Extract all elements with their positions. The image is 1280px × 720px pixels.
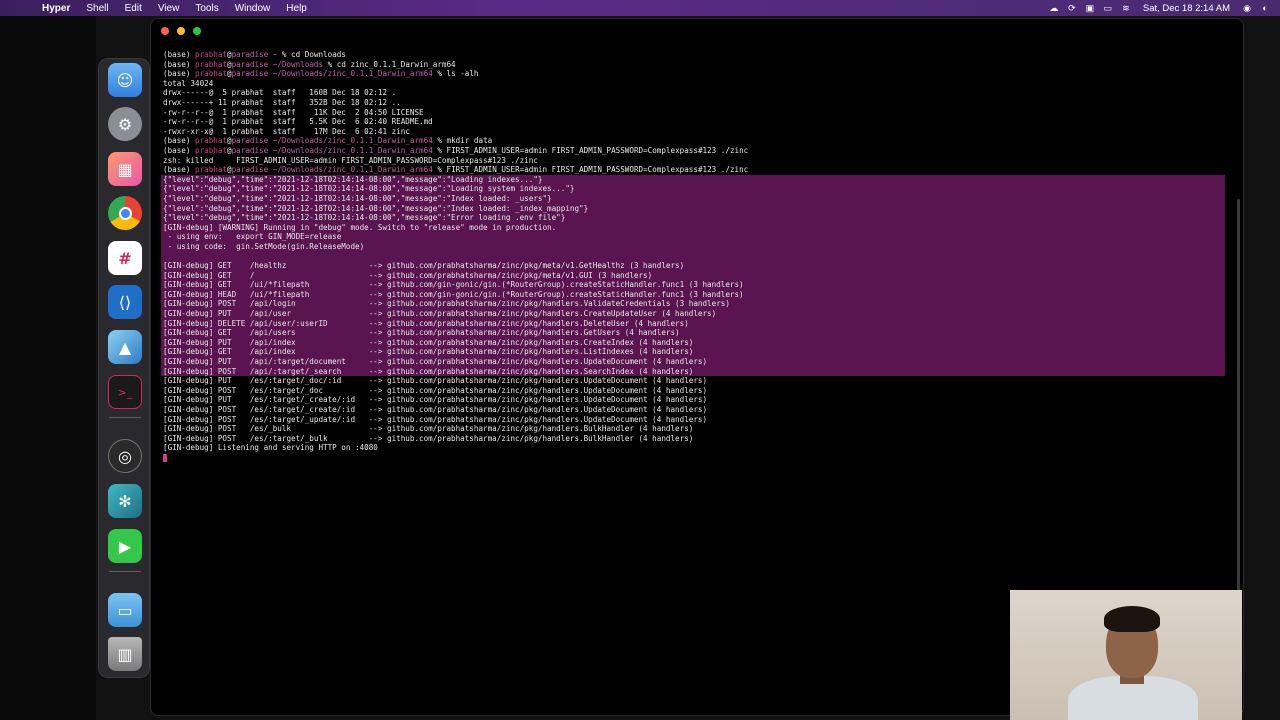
terminal-line: -rw-r--r--@ 1 prabhat staff 11K Dec 2 04… (163, 107, 424, 117)
menu-view[interactable]: View (150, 3, 188, 14)
terminal-line: [GIN-debug] GET /ui/*filepath --> github… (161, 280, 1225, 290)
terminal-line: [GIN-debug] POST /es/:target/_update/:id… (163, 414, 708, 424)
terminal-prompt-line[interactable] (163, 453, 1229, 463)
webcam-overlay (1010, 590, 1242, 720)
preview-icon[interactable]: ▲ (108, 330, 142, 364)
menu-help[interactable]: Help (278, 3, 315, 14)
sync-icon[interactable]: ⟳ (1063, 3, 1081, 14)
terminal-line: (base) prabhat@paradise ~ % cd Downloads (163, 50, 346, 59)
terminal-line: [GIN-debug] POST /api/login --> github.c… (161, 299, 1225, 310)
presenter-hair (1104, 606, 1160, 632)
terminal-line: [GIN-debug] POST /api/:target/_search --… (161, 366, 1225, 377)
screen-edge (0, 16, 96, 720)
terminal-line: {"level":"debug","time":"2021-12-18T02:1… (161, 174, 1225, 185)
menu-app-name[interactable]: Hyper (34, 3, 78, 14)
obs-icon[interactable]: ◎ (108, 439, 142, 473)
terminal-line: - using code: gin.SetMode(gin.ReleaseMod… (161, 241, 1225, 252)
terminal-line: (base) prabhat@paradise ~/Downloads/zinc… (163, 136, 493, 146)
terminal-line: [GIN-debug] PUT /api/:target/document --… (161, 357, 1225, 367)
dock-separator (109, 417, 141, 418)
menu-tools[interactable]: Tools (187, 3, 226, 14)
siri-icon[interactable]: ◉ (1238, 3, 1256, 14)
tool-icon[interactable]: ✻ (108, 484, 142, 518)
close-window-button[interactable] (161, 27, 169, 35)
terminal-line: {"level":"debug","time":"2021-12-18T02:1… (161, 213, 1225, 223)
vscode-icon[interactable]: ⟨⟩ (108, 285, 142, 319)
terminal-line: [GIN-debug] Listening and serving HTTP o… (163, 443, 378, 453)
terminal-icon[interactable]: >_ (108, 375, 142, 409)
zoom-window-button[interactable] (193, 27, 201, 35)
trash-icon[interactable]: ▥ (108, 637, 142, 671)
status-area: ☁ ⟳ ▣ ▭ ≋ Sat, Dec 18 2:14 AM ◉ ◐ (1045, 0, 1280, 16)
terminal-line: [GIN-debug] GET /api/index --> github.co… (161, 347, 1225, 357)
terminal-line: [GIN-debug] PUT /es/:target/_create/:id … (163, 395, 708, 405)
terminal-line (161, 251, 1225, 262)
terminal-line: [GIN-debug] POST /es/:target/_bulk --> g… (163, 433, 694, 443)
creative-cloud-icon[interactable]: ☁ (1045, 3, 1063, 14)
facetime-icon[interactable]: ▶ (108, 529, 142, 563)
terminal-line: -rwxr-xr-x@ 1 prabhat staff 17M Dec 6 02… (163, 126, 410, 136)
dock-separator (109, 571, 141, 572)
menu-edit[interactable]: Edit (117, 3, 150, 14)
terminal-line: {"level":"debug","time":"2021-12-18T02:1… (161, 203, 1225, 214)
terminal-line: (base) prabhat@paradise ~/Downloads/zinc… (163, 165, 749, 175)
system-preferences-icon[interactable]: ⚙ (108, 107, 142, 141)
terminal-line: [GIN-debug] PUT /es/:target/_doc/:id -->… (163, 376, 708, 386)
chrome-icon[interactable] (108, 196, 142, 230)
terminal-line: drwx------@ 5 prabhat staff 160B Dec 18 … (163, 88, 397, 98)
battery-icon[interactable]: ▭ (1099, 3, 1117, 14)
terminal-line: [GIN-debug] GET /healthz --> github.com/… (161, 261, 1225, 271)
terminal-line: [GIN-debug] PUT /api/user --> github.com… (161, 309, 1225, 319)
terminal-cursor (163, 453, 167, 462)
terminal-line: zsh: killed FIRST_ADMIN_USER=admin FIRST… (163, 155, 538, 165)
terminal-line: - using env: export GIN_MODE=release (161, 232, 1225, 242)
slack-icon[interactable]: # (108, 241, 142, 275)
terminal-line: [GIN-debug] GET /api/users --> github.co… (161, 328, 1225, 338)
terminal-line: [GIN-debug] POST /es/_bulk --> github.co… (163, 424, 694, 434)
control-center-icon[interactable]: ◐ (1256, 3, 1274, 13)
menu-bar: Hyper Shell Edit View Tools Window Help … (0, 0, 1280, 16)
wifi-icon[interactable]: ≋ (1117, 3, 1135, 14)
terminal-line: [GIN-debug] [WARNING] Running in "debug"… (161, 222, 1225, 233)
terminal-line: (base) prabhat@paradise ~/Downloads/zinc… (163, 145, 749, 155)
terminal-line: [GIN-debug] POST /es/:target/_doc --> gi… (163, 385, 708, 395)
menu-window[interactable]: Window (227, 3, 279, 14)
terminal-line: {"level":"debug","time":"2021-12-18T02:1… (161, 184, 1225, 194)
terminal-line: (base) prabhat@paradise ~/Downloads/zinc… (163, 69, 479, 79)
terminal-line: -rw-r--r--@ 1 prabhat staff 5.5K Dec 6 0… (163, 117, 433, 127)
minimize-window-button[interactable] (177, 27, 185, 35)
launchpad-icon[interactable]: ▦ (108, 152, 142, 186)
finder-icon[interactable]: ☺ (108, 63, 142, 97)
terminal-line: {"level":"debug","time":"2021-12-18T02:1… (161, 193, 1225, 204)
terminal-scrollbar[interactable] (1237, 199, 1240, 599)
menubar-clock[interactable]: Sat, Dec 18 2:14 AM (1135, 3, 1238, 14)
window-controls (161, 27, 201, 35)
terminal-line: (base) prabhat@paradise ~/Downloads % cd… (163, 59, 456, 69)
terminal-line: [GIN-debug] POST /es/:target/_create/:id… (163, 404, 708, 414)
dock: ☺ ⚙ ▦ # ⟨⟩ ▲ >_ ◎ ✻ ▶ ▭ ▥ (98, 58, 150, 678)
terminal-line: [GIN-debug] DELETE /api/user/:userID -->… (161, 318, 1225, 329)
menu-shell[interactable]: Shell (78, 3, 116, 14)
terminal-line: drwx------+ 11 prabhat staff 352B Dec 18… (163, 97, 401, 107)
folder-icon[interactable]: ▭ (108, 593, 142, 627)
terminal-line: [GIN-debug] PUT /api/index --> github.co… (161, 337, 1225, 348)
screen-icon[interactable]: ▣ (1081, 3, 1099, 14)
terminal-line: total 34024 (163, 78, 214, 88)
terminal-line: [GIN-debug] HEAD /ui/*filepath --> githu… (161, 289, 1225, 300)
terminal-line: [GIN-debug] GET / --> github.com/prabhat… (161, 270, 1225, 281)
